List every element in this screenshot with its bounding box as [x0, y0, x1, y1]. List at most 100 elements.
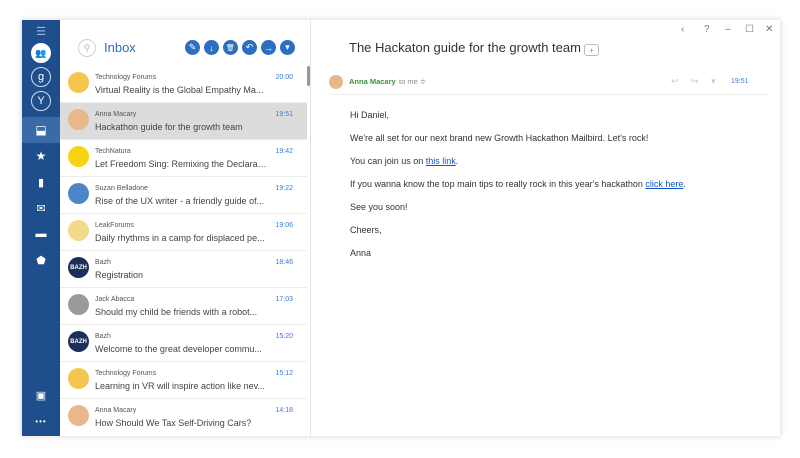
trash-icon: 🗑 — [226, 44, 235, 52]
message-sender: Anna Macary — [95, 111, 137, 118]
compose-icon: ✎ — [188, 42, 197, 52]
message-subject: Hackathon guide for the growth team — [95, 122, 243, 132]
forward-button[interactable]: → — [261, 40, 276, 55]
avatar — [68, 405, 89, 426]
message-subject: How Should We Tax Self-Driving Cars? — [95, 418, 252, 428]
star-icon: ★ — [35, 149, 47, 163]
search-button[interactable]: ⚲ — [78, 39, 96, 57]
mail-text: If you wanna know the top main tips to r… — [350, 179, 646, 189]
message-sender: Bazh — [95, 259, 111, 266]
yahoo-account-icon: Y — [31, 91, 51, 111]
list-header: ⚲ Inbox ✎ ↓ 🗑 ↶ → ▾ — [60, 20, 310, 64]
minimize-button[interactable]: – — [725, 24, 731, 35]
message-time: 20:00 — [275, 74, 293, 81]
message-time: 19:51 — [275, 111, 293, 118]
list-item[interactable]: Suzan Belladone Rise of the UX writer - … — [60, 177, 307, 214]
forward-icon: → — [264, 42, 273, 53]
search-icon: ⚲ — [83, 42, 91, 53]
list-scrollbar[interactable] — [307, 66, 310, 86]
account-google[interactable]: g — [22, 64, 60, 90]
reading-pane: ‹ ? – ☐ ✕ The Hackaton guide for the gro… — [311, 20, 780, 436]
avatar — [68, 72, 89, 93]
message-sender: Technology Forums — [95, 74, 157, 81]
sidebar-item-inbox[interactable]: ⬓ — [22, 117, 60, 143]
help-icon: ? — [704, 24, 710, 35]
list-item-selected[interactable]: Anna Macary Hackathon guide for the grow… — [60, 103, 307, 140]
mail-text: You can join us on — [350, 156, 426, 166]
chevron-left-icon: ‹ — [681, 24, 685, 35]
more-icon: ••• — [35, 416, 47, 426]
sidebar-item-tags[interactable]: ⬟ — [22, 247, 60, 273]
tag-icon: ⬟ — [36, 254, 46, 267]
recipient-toggle[interactable]: to me ≑ — [399, 77, 426, 86]
delete-button[interactable]: 🗑 — [223, 40, 238, 55]
sidebar: ☰ 👥 g Y ⬓ ★ ▮ ✉ ▬ ⬟ ▣ ••• — [22, 20, 60, 436]
message-subject: Daily rhythms in a camp for displaced pe… — [95, 233, 265, 243]
message-sender: Jack Abacca — [95, 296, 135, 303]
mail-time: 19:51 — [731, 78, 749, 85]
mail-text: . — [455, 156, 459, 166]
more-action[interactable]: ▾ — [711, 76, 716, 87]
minimize-icon: – — [725, 24, 731, 35]
menu-icon[interactable]: ☰ — [22, 22, 60, 40]
compose-button[interactable]: ✎ — [185, 40, 200, 55]
message-time: 19:42 — [275, 148, 293, 155]
google-account-icon: g — [31, 67, 51, 87]
mail-paragraph: Cheers, — [350, 225, 382, 235]
list-item[interactable]: Anna Macary How Should We Tax Self-Drivi… — [60, 399, 307, 435]
message-time: 14:18 — [275, 407, 293, 414]
list-item[interactable]: Jack Abacca Should my child be friends w… — [60, 288, 307, 325]
list-item[interactable]: TechNatura Let Freedom Sing: Remixing th… — [60, 140, 307, 177]
mail-paragraph: If you wanna know the top main tips to r… — [350, 179, 686, 189]
sidebar-item-drafts[interactable]: ▮ — [22, 169, 60, 195]
message-subject: Should my child be friends with a robot.… — [95, 307, 258, 317]
list-item[interactable]: Technology Forums Virtual Reality is the… — [60, 66, 307, 103]
sidebar-item-more[interactable]: ••• — [22, 408, 60, 434]
document-icon: ▮ — [37, 176, 45, 189]
message-subject: Learning in VR will inspire action like … — [95, 381, 265, 391]
reply-action[interactable]: ↩ — [671, 76, 679, 87]
mail-paragraph: See you soon! — [350, 202, 408, 212]
mail-signature: Anna — [350, 248, 372, 258]
contacts-icon: ▣ — [35, 389, 47, 402]
account-yahoo[interactable]: Y — [22, 88, 60, 114]
sidebar-item-read[interactable]: ✉ — [22, 195, 60, 221]
avatar — [68, 146, 89, 167]
click-here-link[interactable]: click here — [645, 179, 683, 189]
message-time: 18:46 — [275, 259, 293, 266]
sender-name[interactable]: Anna Macary — [349, 77, 396, 86]
sender-avatar — [329, 75, 343, 89]
sidebar-item-contacts[interactable]: ▣ — [22, 382, 60, 408]
avatar — [68, 294, 89, 315]
message-subject: Virtual Reality is the Global Empathy Ma… — [95, 85, 264, 95]
close-icon: ✕ — [765, 24, 774, 35]
close-button[interactable]: ✕ — [765, 24, 773, 35]
forward-action[interactable]: ↪ — [691, 76, 699, 87]
list-item[interactable]: Technology Forums Learning in VR will in… — [60, 362, 307, 399]
more-actions-button[interactable]: ▾ — [280, 40, 295, 55]
message-sender: LeakForums — [95, 222, 134, 229]
reply-button[interactable]: ↶ — [242, 40, 257, 55]
add-tag-button[interactable]: + — [584, 44, 599, 56]
download-button[interactable]: ↓ — [204, 40, 219, 55]
message-sender: Technology Forums — [95, 370, 157, 377]
help-button[interactable]: ? — [704, 24, 710, 35]
message-sender: TechNatura — [95, 148, 131, 155]
avatar — [68, 220, 89, 241]
reply-icon: ↶ — [245, 42, 254, 52]
message-sender: Anna Macary — [95, 407, 137, 414]
list-item[interactable]: BAZH Bazh Welcome to the great developer… — [60, 325, 307, 362]
mail-subject-title: The Hackaton guide for the growth team — [349, 40, 581, 55]
list-item[interactable]: LeakForums Daily rhythms in a camp for d… — [60, 214, 307, 251]
archive-icon: ▬ — [35, 228, 47, 240]
sidebar-item-archive[interactable]: ▬ — [22, 221, 60, 247]
list-item[interactable]: BAZH Bazh Registration 18:46 — [60, 251, 307, 288]
chevron-down-icon: ▾ — [711, 76, 716, 86]
account-unified[interactable]: 👥 — [22, 40, 60, 66]
back-button[interactable]: ‹ — [681, 24, 684, 35]
sidebar-item-starred[interactable]: ★ — [22, 143, 60, 169]
avatar — [68, 368, 89, 389]
this-link[interactable]: this link — [426, 156, 456, 166]
message-time: 19:22 — [275, 185, 293, 192]
maximize-button[interactable]: ☐ — [745, 24, 754, 35]
